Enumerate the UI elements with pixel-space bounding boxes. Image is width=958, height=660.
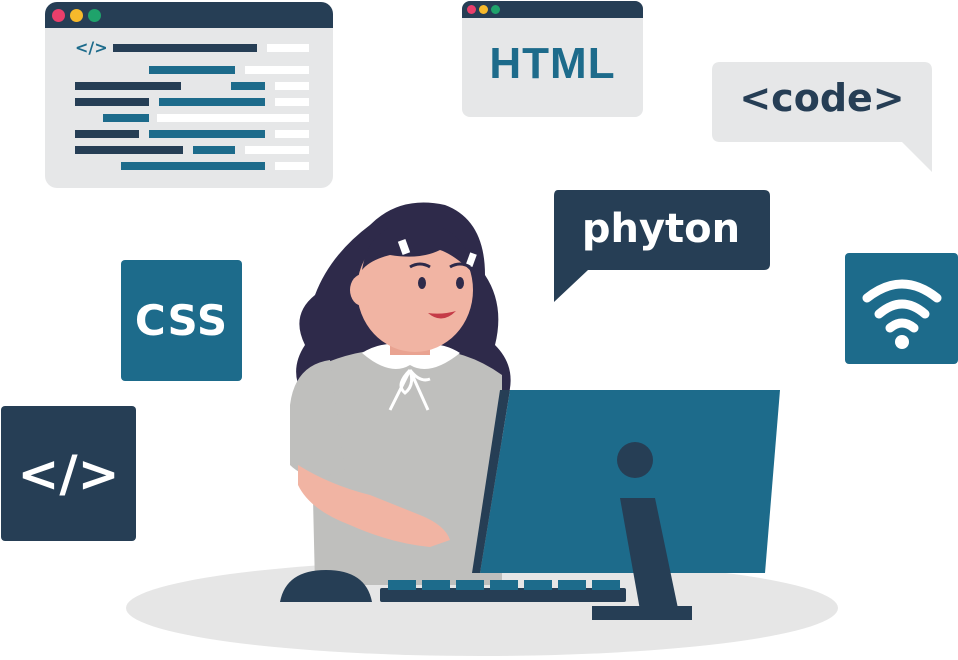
css-tile: CSS: [121, 260, 242, 381]
html-window: HTML: [462, 1, 643, 117]
code-editor-window: </>: [45, 2, 333, 188]
window-titlebar: [462, 1, 643, 18]
keyboard-icon: [380, 580, 626, 602]
code-lines: [75, 44, 309, 170]
maximize-dot-icon: [491, 5, 500, 14]
code-tag-tile-label: </>: [17, 444, 120, 503]
phyton-bubble-label: phyton: [581, 206, 741, 252]
code-tag-tile: </>: [1, 406, 136, 541]
close-dot-icon: [467, 5, 476, 14]
wifi-tile: [845, 253, 958, 364]
code-bubble-label: <code>: [739, 76, 905, 120]
mouse-icon: [280, 570, 372, 602]
minimize-dot-icon: [479, 5, 488, 14]
html-label: HTML: [489, 39, 616, 88]
css-label: CSS: [134, 296, 229, 345]
wifi-icon: [862, 279, 941, 349]
